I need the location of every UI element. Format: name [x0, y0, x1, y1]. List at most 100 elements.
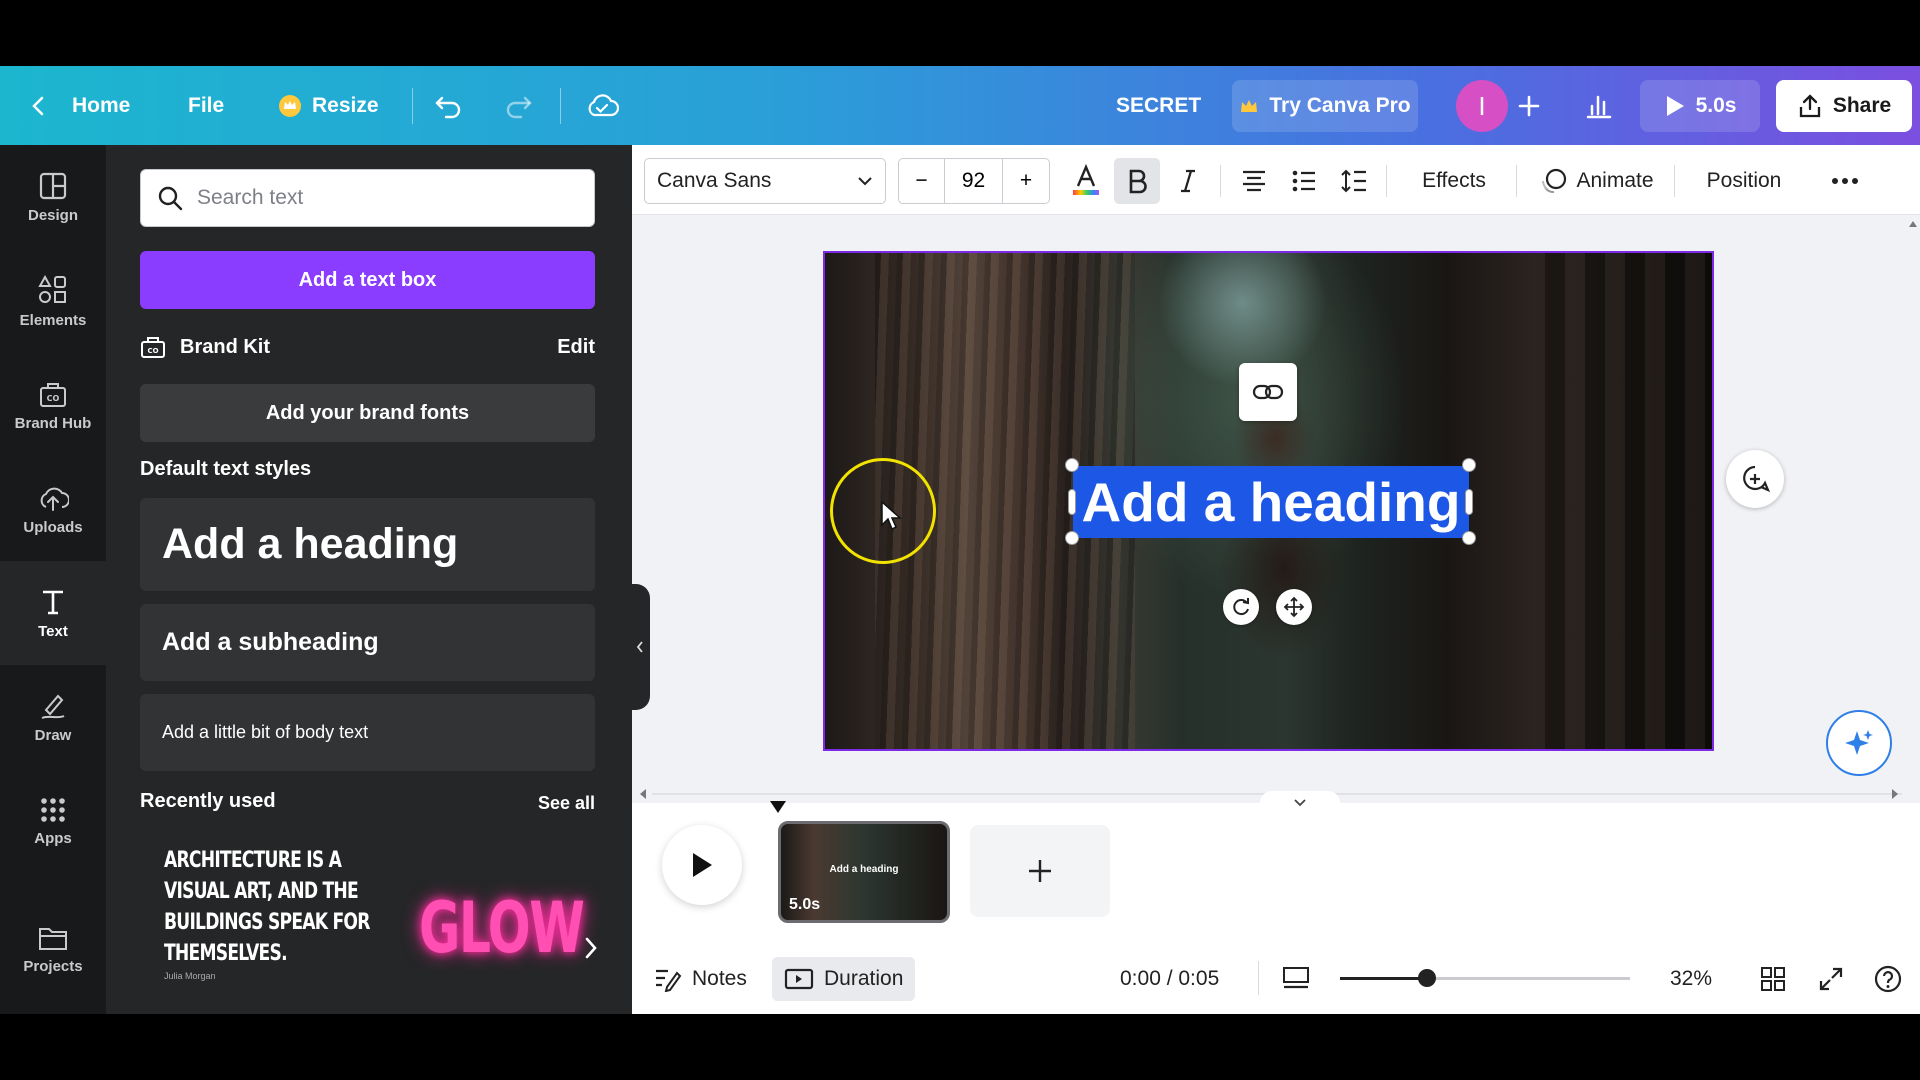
editor-footer: Notes Duration 0:00 / 0:05 32% — [632, 943, 1920, 1014]
redo-button[interactable] — [503, 66, 533, 145]
left-rail: Design Elements CO Brand Hub Uploads Tex… — [0, 145, 106, 1014]
help-button[interactable] — [1874, 957, 1902, 1001]
move-button[interactable] — [1276, 589, 1312, 625]
heading-style-label: Add a heading — [162, 520, 459, 568]
rail-item-uploads[interactable]: Uploads — [0, 457, 106, 561]
recent-font-combo-architecture[interactable]: Architecture is a visual art, and the bu… — [164, 845, 370, 985]
search-input[interactable] — [197, 186, 577, 210]
rail-item-elements[interactable]: Elements — [0, 249, 106, 353]
duration-label: Duration — [824, 967, 904, 990]
add-heading-style[interactable]: Add a heading — [140, 498, 595, 591]
file-menu[interactable]: File — [188, 66, 224, 145]
see-all-link[interactable]: See all — [538, 793, 595, 814]
rail-label: Brand Hub — [14, 414, 92, 432]
zoom-slider[interactable] — [1340, 969, 1630, 987]
align-center-button[interactable] — [1232, 158, 1276, 204]
resize-handle-bottom-left[interactable] — [1065, 531, 1079, 545]
add-page-button[interactable] — [970, 825, 1110, 917]
rail-item-draw[interactable]: Draw — [0, 665, 106, 769]
decrease-font-size-button[interactable]: − — [899, 159, 945, 203]
rotate-button[interactable] — [1223, 589, 1259, 625]
add-text-box-button[interactable]: Add a text box — [140, 251, 595, 309]
zoom-percentage[interactable]: 32% — [1670, 957, 1712, 1001]
brand-kit-edit-link[interactable]: Edit — [557, 336, 595, 359]
collapse-panel-button[interactable] — [630, 584, 650, 710]
scroll-right-icon — [1892, 789, 1898, 799]
magic-assistant-button[interactable] — [1826, 710, 1892, 776]
text-panel: Add a text box CO Brand Kit Edit Add you… — [106, 145, 632, 1014]
heading-text[interactable]: Add a heading — [1073, 466, 1469, 538]
toolbar-divider — [1516, 165, 1517, 197]
text-color-button[interactable] — [1064, 158, 1108, 204]
rail-item-design[interactable]: Design — [0, 145, 106, 249]
chevron-left-icon — [32, 96, 44, 115]
add-comment-button[interactable] — [1726, 450, 1784, 508]
chevron-down-icon — [1294, 799, 1306, 807]
design-title-text: SECRET — [1116, 93, 1202, 117]
resize-handle-top-right[interactable] — [1462, 458, 1476, 472]
add-brand-fonts-button[interactable]: Add your brand fonts — [140, 384, 595, 442]
design-title[interactable]: SECRET — [1116, 66, 1201, 145]
notes-button[interactable]: Notes — [654, 957, 747, 1001]
search-box[interactable] — [140, 169, 595, 227]
insights-button[interactable] — [1585, 66, 1613, 145]
plus-icon — [1518, 95, 1540, 116]
uploads-icon — [40, 487, 69, 511]
effects-button[interactable]: Effects — [1404, 158, 1504, 204]
spacing-button[interactable] — [1332, 158, 1376, 204]
add-body-text-style[interactable]: Add a little bit of body text — [140, 694, 595, 771]
zoom-slider-thumb[interactable] — [1418, 969, 1436, 987]
search-icon — [158, 186, 183, 211]
recent-next-button[interactable] — [582, 935, 600, 966]
try-canva-pro-button[interactable]: Try Canva Pro — [1232, 80, 1418, 132]
undo-button[interactable] — [434, 66, 464, 145]
position-button[interactable]: Position — [1692, 158, 1796, 204]
list-button[interactable] — [1282, 158, 1326, 204]
resize-handle-left[interactable] — [1068, 489, 1076, 515]
selected-heading-text-box[interactable]: Add a heading — [1065, 458, 1476, 545]
link-button[interactable] — [1239, 363, 1297, 421]
resize-handle-top-left[interactable] — [1065, 458, 1079, 472]
font-family-select[interactable]: Canva Sans — [644, 158, 886, 204]
timeline-page-thumbnail[interactable]: Add a heading 5.0s — [778, 821, 950, 923]
present-play-button[interactable]: 5.0s — [1640, 80, 1760, 132]
design-canvas[interactable]: Add a heading — [823, 251, 1714, 751]
share-button[interactable]: Share — [1776, 80, 1912, 132]
italic-button[interactable] — [1166, 158, 1210, 204]
grid-view-button[interactable] — [1760, 957, 1786, 1001]
more-options-button[interactable] — [1822, 158, 1868, 204]
resize-handle-right[interactable] — [1465, 489, 1473, 515]
vertical-scrollbar[interactable] — [1906, 215, 1920, 855]
font-family-value: Canva Sans — [657, 169, 772, 192]
canva-editor: Home File Resize SECRET Try Canva Pro I — [0, 66, 1920, 1014]
resize-handle-bottom-right[interactable] — [1462, 531, 1476, 545]
align-center-icon — [1243, 170, 1265, 192]
fullscreen-button[interactable] — [1818, 957, 1844, 1001]
font-size-input[interactable]: 92 — [945, 159, 1003, 203]
rail-item-projects[interactable]: Projects — [0, 897, 106, 1001]
toolbar-divider — [1386, 165, 1387, 197]
architecture-quote-text: Architecture is a visual art, and the bu… — [164, 848, 370, 966]
add-subheading-style[interactable]: Add a subheading — [140, 604, 595, 681]
avatar[interactable]: I — [1456, 80, 1508, 132]
page-view-toggle[interactable] — [1282, 957, 1310, 1001]
duration-button[interactable]: Duration — [772, 957, 916, 1001]
resize-button[interactable]: Resize — [278, 66, 379, 145]
increase-font-size-button[interactable]: + — [1003, 159, 1049, 203]
notes-icon — [656, 969, 682, 992]
playhead-marker-icon[interactable] — [768, 799, 788, 815]
add-collaborator-button[interactable] — [1518, 66, 1540, 145]
collapse-timeline-button[interactable] — [1260, 791, 1340, 815]
bold-button[interactable] — [1114, 158, 1160, 204]
animate-button[interactable]: Animate — [1532, 158, 1662, 204]
rail-item-brand-hub[interactable]: CO Brand Hub — [0, 353, 106, 457]
design-icon — [39, 172, 67, 199]
recent-font-combo-glow[interactable]: GLOW — [419, 887, 585, 969]
timeline-play-button[interactable] — [662, 825, 742, 905]
rail-item-text[interactable]: Text — [0, 561, 106, 665]
link-icon — [1252, 384, 1284, 400]
cloud-save-button[interactable] — [585, 66, 619, 145]
crown-icon — [279, 94, 301, 117]
rail-item-apps[interactable]: Apps — [0, 769, 106, 873]
home-button[interactable]: Home — [28, 66, 130, 145]
